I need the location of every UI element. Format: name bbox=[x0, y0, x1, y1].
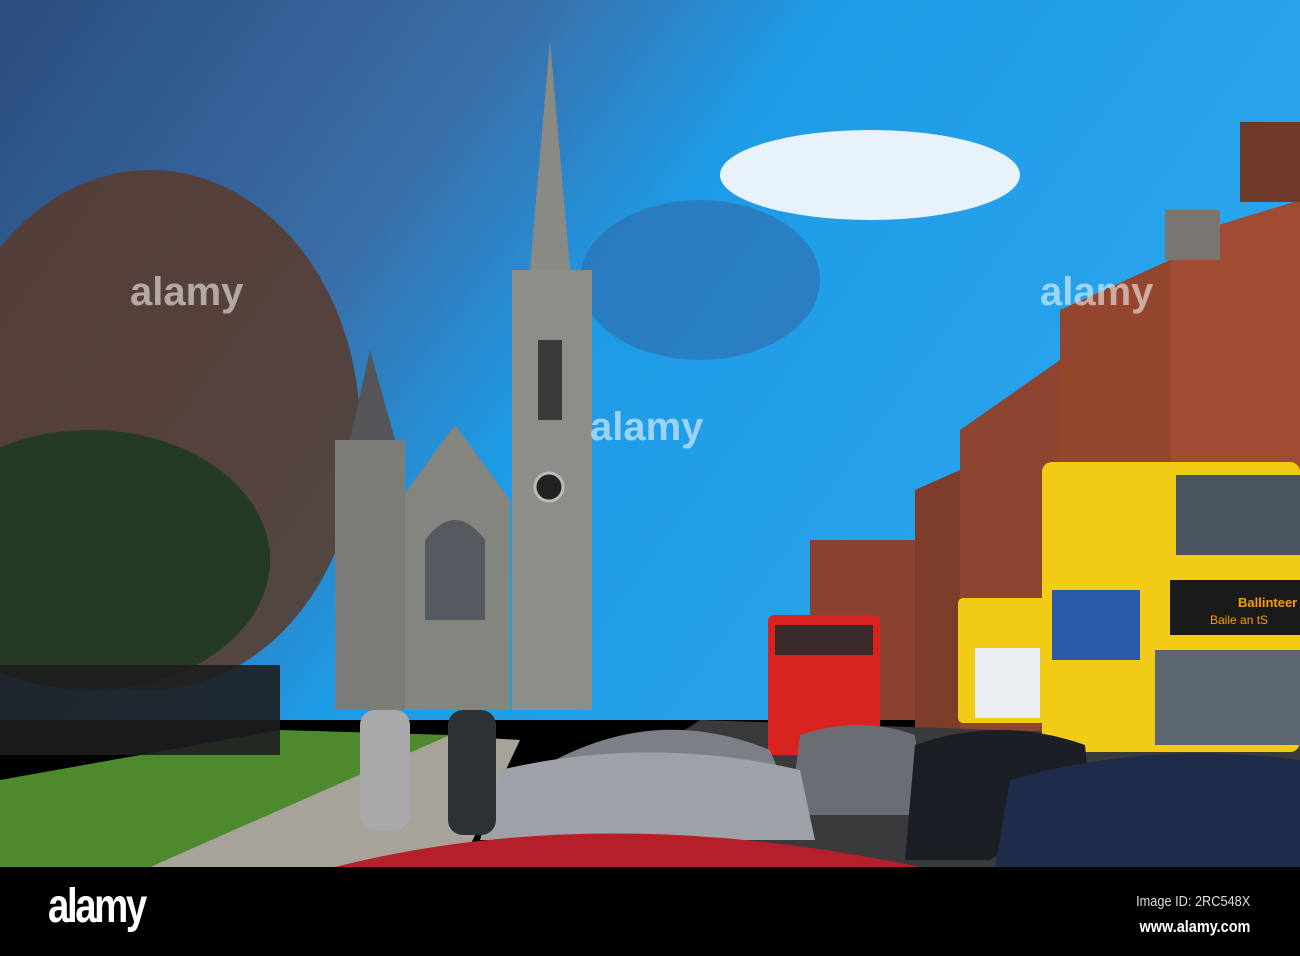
cloud bbox=[720, 130, 1020, 220]
bus-destination: Ballinteer bbox=[1238, 595, 1297, 610]
clock bbox=[533, 471, 565, 503]
watermark: alamy bbox=[130, 270, 244, 314]
street-photo: Ballinteer Baile an tS alamy alamy alamy bbox=[0, 0, 1300, 867]
watermark: alamy bbox=[1040, 270, 1154, 314]
footer-bar: alamy Image ID: 2RC548X www.alamy.com bbox=[0, 867, 1300, 956]
bus-destination-irish: Baile an tS bbox=[1210, 613, 1268, 627]
yellow-bus: Ballinteer Baile an tS bbox=[1042, 462, 1300, 752]
alamy-logo: alamy bbox=[48, 880, 147, 933]
image-id: Image ID: 2RC548X bbox=[1135, 893, 1250, 910]
yellow-bus-small bbox=[958, 598, 1046, 723]
railings bbox=[0, 665, 280, 755]
watermark: alamy bbox=[590, 405, 704, 449]
website-link[interactable]: www.alamy.com bbox=[1139, 917, 1250, 937]
